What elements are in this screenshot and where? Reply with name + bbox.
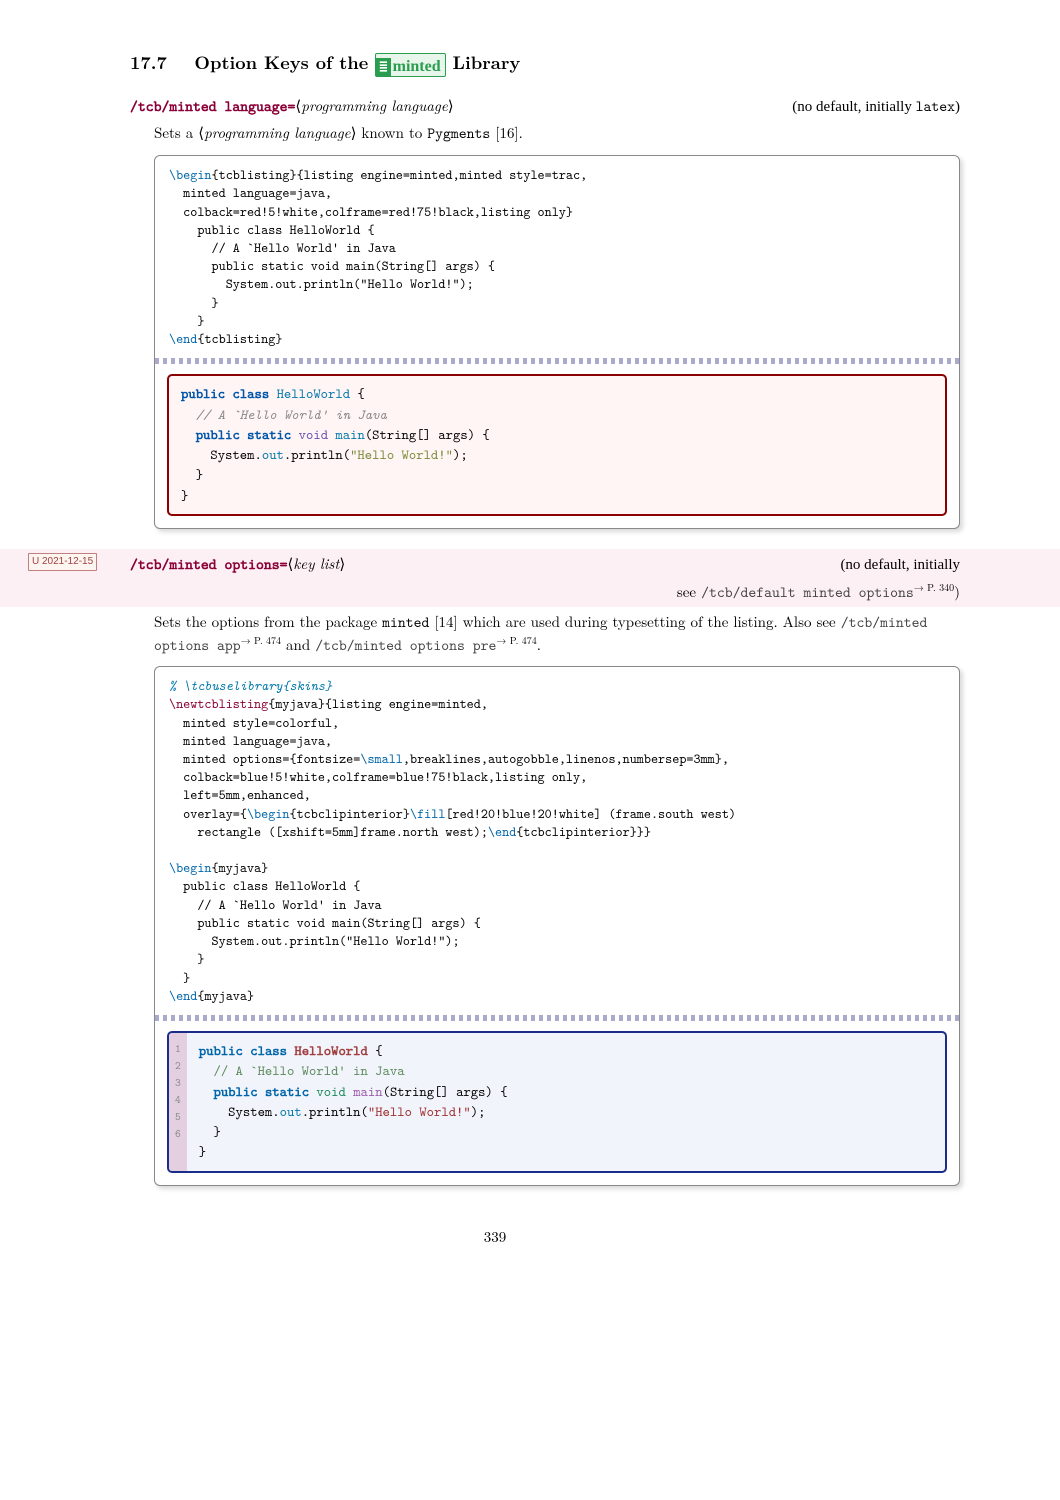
source-listing-2: % \tcbuselibrary{skins} \newtcblisting{m… [155,667,959,1015]
box-separator [155,1015,959,1021]
page-number: 339 [30,1226,960,1247]
key-arg: programming language [301,95,447,116]
lib-name: minted [391,57,445,76]
update-badge: U 2021-12-15 [28,553,97,571]
option-key-block-2: U 2021-12-15 /tcb/minted options=⟨key li… [0,549,1060,607]
key-name: /tcb/minted options [130,554,280,574]
section-number: 17.7 [130,50,167,75]
key-description-2: Sets the options from the package minted… [154,611,960,656]
key-default: (no default, initially latex) [792,96,960,118]
key-description: Sets a ⟨programming language⟩ known to P… [154,122,960,145]
code-area: public class HelloWorld { // A `Hello Wo… [187,1033,520,1171]
key-name: /tcb/minted language [130,96,288,116]
key-default: (no default, initially [840,555,960,576]
output-listing-blue: 1 2 3 4 5 6 public class HelloWorld { //… [167,1031,947,1173]
section-heading: 17.7 Option Keys of the ≣minted Library [130,50,960,77]
line-number-gutter: 1 2 3 4 5 6 [169,1033,187,1171]
example-box-1: \begin{tcblisting}{listing engine=minted… [154,155,960,529]
box-separator [155,358,959,364]
output-listing-red: public class HelloWorld { // A `Hello Wo… [167,374,947,516]
key-arg: key list [293,553,339,574]
source-listing: \begin{tcblisting}{listing engine=minted… [155,156,959,358]
key-default-line2: see /tcb/default minted options→ P. 340) [130,580,960,603]
option-key-heading: /tcb/minted language=⟨programming langua… [130,95,960,118]
section-title-pre: Option Keys of the [194,50,375,75]
example-box-2: % \tcbuselibrary{skins} \newtcblisting{m… [154,666,960,1186]
lib-icon: ≣ [376,58,390,76]
library-badge: ≣minted [375,53,445,77]
section-title-post: Library [453,50,521,75]
